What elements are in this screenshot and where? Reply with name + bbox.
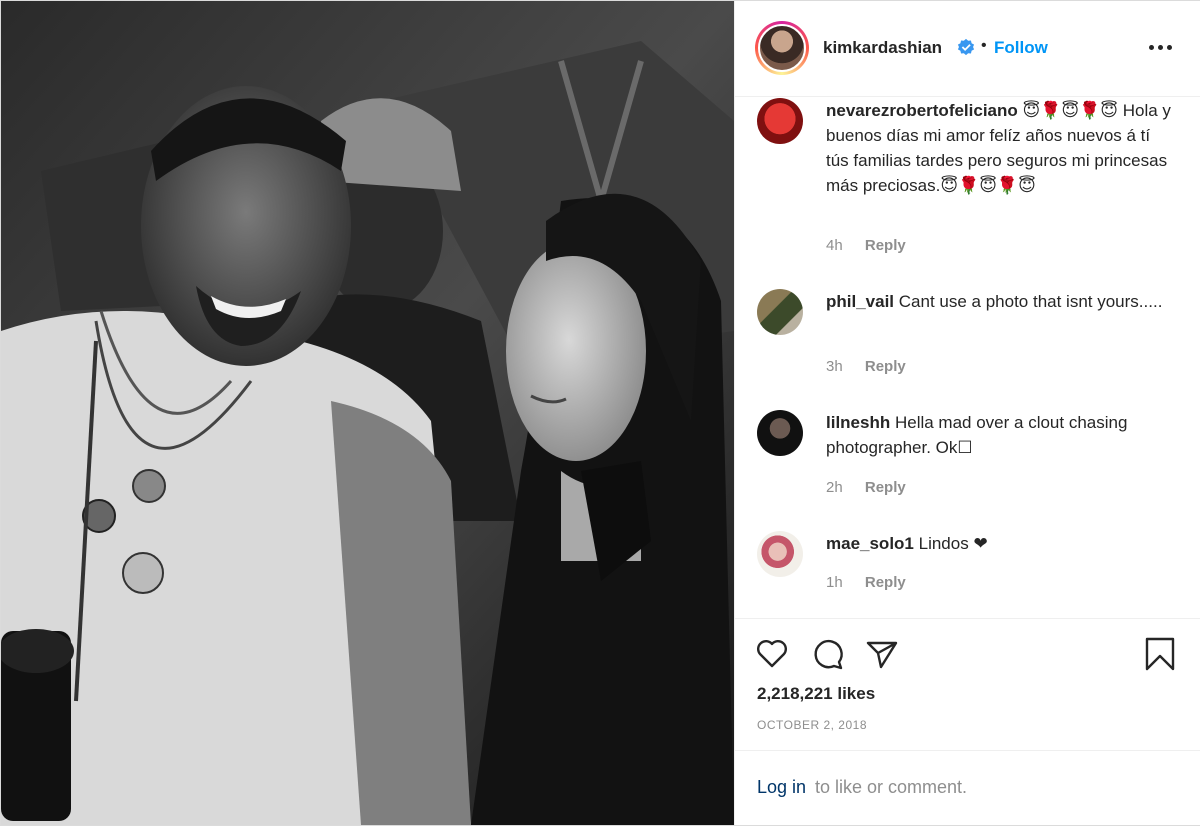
author-avatar[interactable] [755,21,809,75]
login-prompt: Log in to like or comment. [735,750,1200,826]
post-date[interactable]: OCTOBER 2, 2018 [757,718,867,732]
login-link[interactable]: Log in [757,777,806,798]
header-separator: • [981,37,987,54]
instagram-post-window: kimkardashian • Follow nevarezrobertofel… [0,0,1200,826]
commenter-avatar[interactable] [757,289,803,335]
commenter-avatar[interactable] [757,531,803,577]
commenter-username[interactable]: lilneshh [826,413,890,432]
commenter-username[interactable]: phil_vail [826,292,894,311]
bookmark-icon[interactable] [1143,637,1177,671]
comment-time: 1h [826,574,843,591]
comment-text-block: mae_solo1 Lindos ❤ [826,531,1176,556]
heart-icon[interactable] [755,637,789,671]
verified-badge-icon [957,38,975,56]
commenter-username[interactable]: mae_solo1 [826,534,914,553]
photo-illustration [1,1,734,825]
comment-text-block: phil_vail Cant use a photo that isnt you… [826,289,1176,314]
post-side-panel: kimkardashian • Follow nevarezrobertofel… [734,1,1200,825]
comment-meta: 1h Reply [826,574,906,591]
comment-meta: 3h Reply [826,358,906,375]
author-username[interactable]: kimkardashian [823,38,942,58]
comment-meta: 4h Reply [826,237,906,254]
more-dot [1167,45,1172,50]
comment-time: 4h [826,237,843,254]
reply-button[interactable]: Reply [865,358,906,375]
comment-meta: 2h Reply [826,479,906,496]
comment-text: Cant use a photo that isnt yours..... [898,292,1163,311]
follow-button[interactable]: Follow [994,38,1048,58]
reply-button[interactable]: Reply [865,574,906,591]
share-icon[interactable] [865,637,899,671]
commenter-avatar[interactable] [757,98,803,144]
more-dot [1149,45,1154,50]
reply-button[interactable]: Reply [865,237,906,254]
comment-text: Lindos ❤ [918,534,988,553]
comments-list[interactable]: nevarezrobertofeliciano 😇🌹😇🌹😇 Hola y bue… [735,98,1200,618]
post-photo[interactable] [1,1,734,825]
reply-button[interactable]: Reply [865,479,906,496]
login-prompt-text: to like or comment. [815,777,968,797]
comment-time: 3h [826,358,843,375]
comment-time: 2h [826,479,843,496]
commenter-avatar[interactable] [757,410,803,456]
post-actions: 2,218,221 likes OCTOBER 2, 2018 Log in t… [735,618,1200,825]
commenter-username[interactable]: nevarezrobertofeliciano [826,101,1018,120]
comment-text-block: lilneshh Hella mad over a clout chasing … [826,410,1176,460]
more-dot [1158,45,1163,50]
more-options-icon[interactable] [1149,37,1177,57]
comment-text-block: nevarezrobertofeliciano 😇🌹😇🌹😇 Hola y bue… [826,98,1176,198]
likes-count[interactable]: 2,218,221 likes [757,684,875,704]
author-avatar-image [758,24,806,72]
comment-icon[interactable] [811,637,845,671]
post-header: kimkardashian • Follow [735,1,1200,97]
